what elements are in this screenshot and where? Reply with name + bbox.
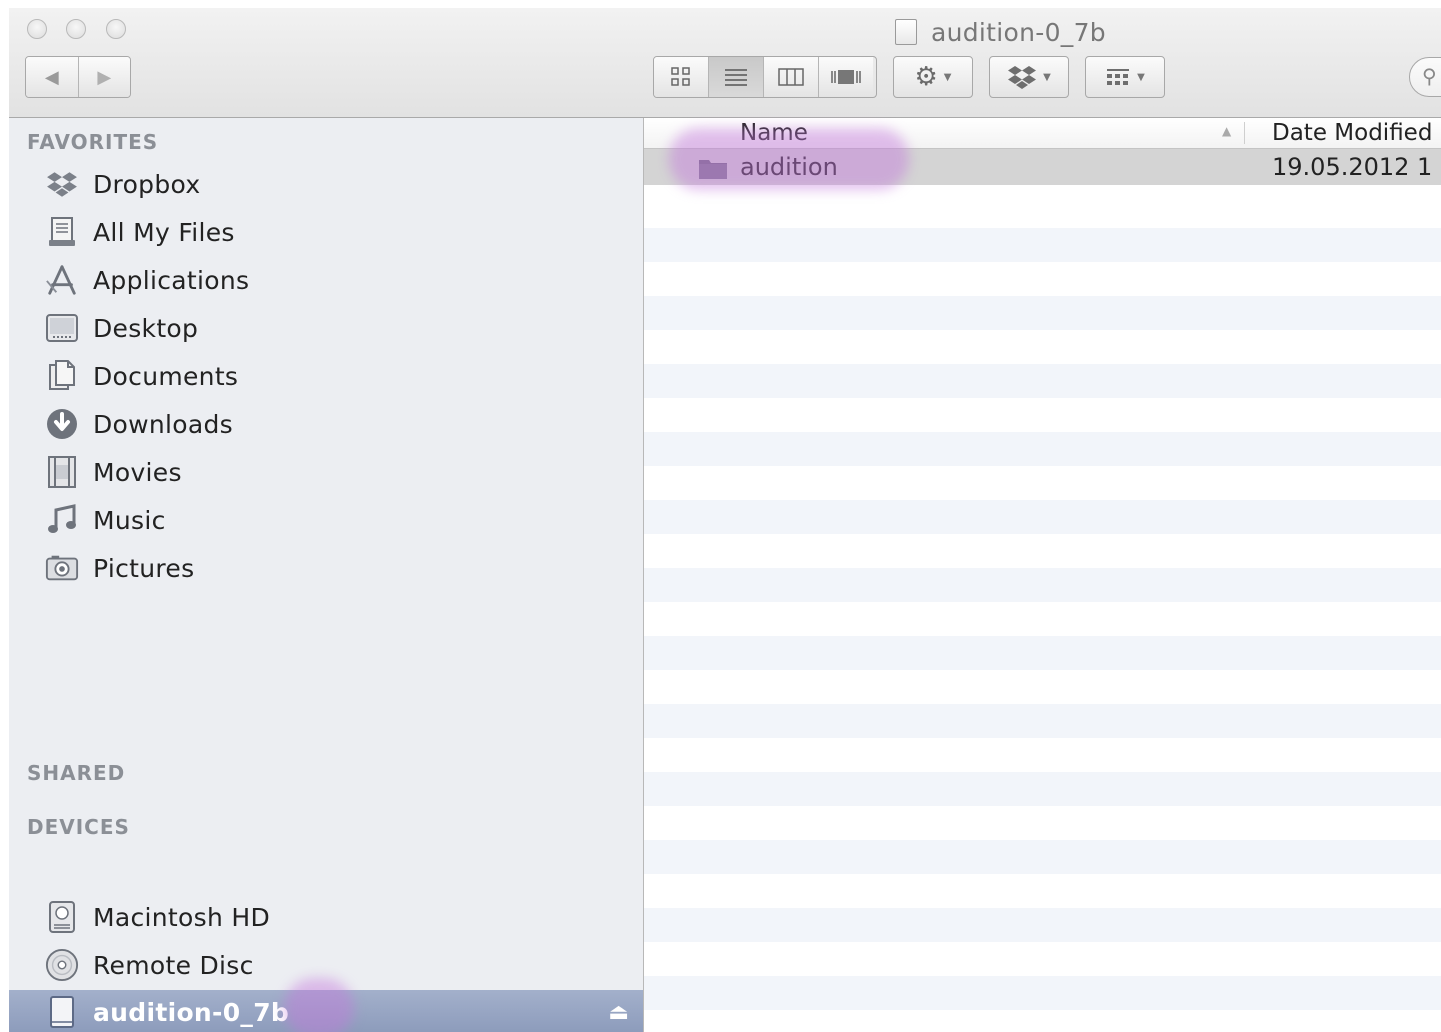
chevron-down-icon: ▼ (943, 71, 952, 83)
icon-view-button[interactable] (654, 57, 709, 97)
hard-drive-icon (45, 900, 79, 934)
sidebar-item-label: Music (93, 505, 166, 535)
close-window-button[interactable] (27, 19, 47, 39)
documents-icon (45, 359, 79, 393)
action-menu-button[interactable]: ⚙ ▼ (893, 56, 973, 98)
list-view-icon (725, 69, 747, 86)
view-mode-control (653, 56, 877, 98)
dropbox-menu-button[interactable]: ▼ (989, 56, 1069, 98)
applications-icon (45, 263, 79, 297)
sidebar-item-label: Desktop (93, 313, 199, 343)
sidebar-item-label: Movies (93, 457, 182, 487)
sidebar: FAVORITES Dropbox All My Files Applicati… (9, 118, 644, 1032)
sidebar-item-label: Applications (93, 265, 250, 295)
file-list: Name ▲ Date Modified audition 19.05.2012… (644, 118, 1441, 1032)
sidebar-item-label: Pictures (93, 553, 195, 583)
back-forward-control: ◀ ▶ (25, 56, 131, 98)
sidebar-item-label: Macintosh HD (93, 902, 270, 932)
search-field[interactable]: ⚲ (1409, 57, 1441, 97)
movies-icon (45, 455, 79, 489)
zoom-window-button[interactable] (106, 19, 126, 39)
desktop-icon (45, 311, 79, 345)
back-button[interactable]: ◀ (26, 57, 79, 97)
sidebar-item-downloads[interactable]: Downloads (9, 402, 643, 446)
file-date-modified: 19.05.2012 1 (1272, 153, 1433, 181)
forward-button[interactable]: ▶ (78, 57, 130, 97)
finder-window: audition-0_7b ◀ ▶ ⚙ ▼ ▼ ▼ ⚲ FAVORITES Dr… (9, 8, 1441, 1032)
minimize-window-button[interactable] (66, 19, 86, 39)
devices-header: DEVICES (27, 815, 130, 839)
sidebar-item-all-my-files[interactable]: All My Files (9, 210, 643, 254)
pictures-icon (45, 551, 79, 585)
icon-view-icon (671, 67, 690, 86)
all-files-icon (45, 215, 79, 249)
sidebar-item-label: Documents (93, 361, 239, 391)
dropbox-icon (1008, 66, 1037, 89)
arrange-icon (1107, 69, 1130, 85)
dropbox-icon (45, 167, 79, 201)
sidebar-item-macintosh-hd[interactable]: Macintosh HD (9, 895, 643, 939)
sidebar-item-label: All My Files (93, 217, 235, 247)
favorites-header: FAVORITES (27, 130, 159, 154)
date-modified-column-header[interactable]: Date Modified (1272, 120, 1432, 146)
back-icon: ◀ (44, 66, 59, 88)
sidebar-item-dropbox[interactable]: Dropbox (9, 162, 643, 206)
sidebar-item-documents[interactable]: Documents (9, 354, 643, 398)
shared-header: SHARED (27, 761, 126, 785)
sidebar-item-label: Dropbox (93, 169, 201, 199)
highlight-mark-row (669, 128, 909, 190)
window-title: audition-0_7b (895, 17, 1106, 47)
music-icon (45, 503, 79, 537)
downloads-icon (45, 407, 79, 441)
sidebar-item-label: Downloads (93, 409, 233, 439)
arrange-menu-button[interactable]: ▼ (1085, 56, 1165, 98)
sidebar-item-label: audition-0_7b (93, 997, 290, 1027)
highlight-mark-sidebar (284, 978, 354, 1032)
list-view-button[interactable] (709, 57, 764, 97)
chevron-down-icon: ▼ (1137, 71, 1145, 83)
forward-icon: ▶ (97, 66, 112, 88)
sidebar-item-label: Remote Disc (93, 950, 254, 980)
sidebar-item-pictures[interactable]: Pictures (9, 546, 643, 590)
window-title-text: audition-0_7b (931, 17, 1106, 47)
disk-image-icon (895, 19, 917, 45)
gear-icon: ⚙ (914, 62, 938, 92)
sidebar-item-music[interactable]: Music (9, 498, 643, 542)
sort-ascending-icon: ▲ (1222, 124, 1232, 138)
search-icon: ⚲ (1422, 64, 1437, 88)
sidebar-item-movies[interactable]: Movies (9, 450, 643, 494)
toolbar: audition-0_7b ◀ ▶ ⚙ ▼ ▼ ▼ ⚲ (9, 8, 1441, 118)
sidebar-item-applications[interactable]: Applications (9, 258, 643, 302)
disk-image-icon (45, 995, 79, 1029)
chevron-down-icon: ▼ (1043, 71, 1051, 83)
column-view-icon (778, 68, 804, 86)
coverflow-view-icon (831, 70, 861, 84)
column-divider[interactable] (1244, 122, 1245, 144)
column-view-button[interactable] (764, 57, 819, 97)
eject-icon[interactable]: ⏏ (608, 1000, 629, 1025)
coverflow-view-button[interactable] (819, 57, 873, 97)
disc-icon (45, 948, 79, 982)
sidebar-item-desktop[interactable]: Desktop (9, 306, 643, 350)
